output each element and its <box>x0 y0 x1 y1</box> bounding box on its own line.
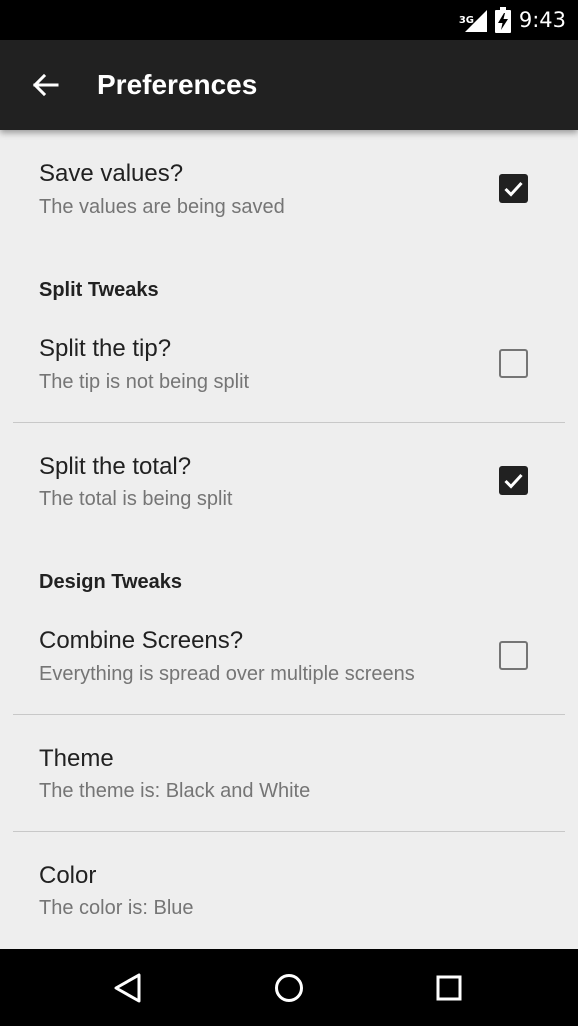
pref-split-tip-title: Split the tip? <box>39 335 172 362</box>
nav-recents-button[interactable] <box>409 949 489 1026</box>
pref-save-values-title: Save values? <box>39 160 184 187</box>
status-icons: 3G 9:43 <box>459 0 566 40</box>
pref-save-values-summary: The values are being saved <box>39 196 285 218</box>
pref-combine-screens-title: Combine Screens? <box>39 627 244 654</box>
pref-color[interactable]: Color The color is: Blue <box>0 845 578 949</box>
pref-theme-title: Theme <box>39 745 114 772</box>
pref-color-title: Color <box>39 862 97 889</box>
status-bar: 3G 9:43 <box>0 0 578 40</box>
battery-charging-icon <box>494 7 511 33</box>
page-title: Preferences <box>97 69 258 100</box>
pref-theme[interactable]: Theme The theme is: Black and White <box>0 728 578 831</box>
recents-square-icon <box>436 975 462 1000</box>
pref-split-total-title: Split the total? <box>39 453 192 480</box>
navigation-bar <box>0 949 578 1026</box>
checkmark-icon <box>504 473 523 489</box>
arrow-left-icon <box>32 73 59 97</box>
split-total-checkbox[interactable] <box>499 466 528 495</box>
category-design-tweaks: Design Tweaks <box>39 571 183 593</box>
divider <box>13 714 565 715</box>
preferences-list: Save values? The values are being saved … <box>0 130 578 949</box>
pref-combine-screens-summary: Everything is spread over multiple scree… <box>39 663 415 685</box>
combine-screens-checkbox[interactable] <box>499 641 528 670</box>
divider <box>13 422 565 423</box>
save-values-checkbox[interactable] <box>499 174 528 203</box>
status-clock: 9:43 <box>518 8 566 32</box>
divider <box>13 831 565 832</box>
back-button[interactable] <box>22 62 68 108</box>
pref-split-tip[interactable]: Split the tip? The tip is not being spli… <box>0 317 578 421</box>
home-circle-icon <box>275 973 303 1002</box>
nav-home-button[interactable] <box>249 949 329 1026</box>
pref-split-total[interactable]: Split the total? The total is being spli… <box>0 435 578 535</box>
pref-save-values[interactable]: Save values? The values are being saved <box>0 142 578 250</box>
pref-color-summary: The color is: Blue <box>39 897 194 919</box>
nav-back-button[interactable] <box>88 949 168 1026</box>
cellular-signal: 3G <box>459 8 487 32</box>
pref-combine-screens[interactable]: Combine Screens? Everything is spread ov… <box>0 610 578 714</box>
pref-theme-summary: The theme is: Black and White <box>39 780 311 802</box>
app-bar: Preferences <box>0 40 578 130</box>
back-triangle-icon <box>114 973 141 1002</box>
signal-strength-icon <box>464 10 487 32</box>
pref-split-tip-summary: The tip is not being split <box>39 371 250 393</box>
category-split-tweaks: Split Tweaks <box>39 279 159 301</box>
pref-split-total-summary: The total is being split <box>39 488 233 510</box>
split-tip-checkbox[interactable] <box>499 349 528 378</box>
checkmark-icon <box>504 181 523 197</box>
